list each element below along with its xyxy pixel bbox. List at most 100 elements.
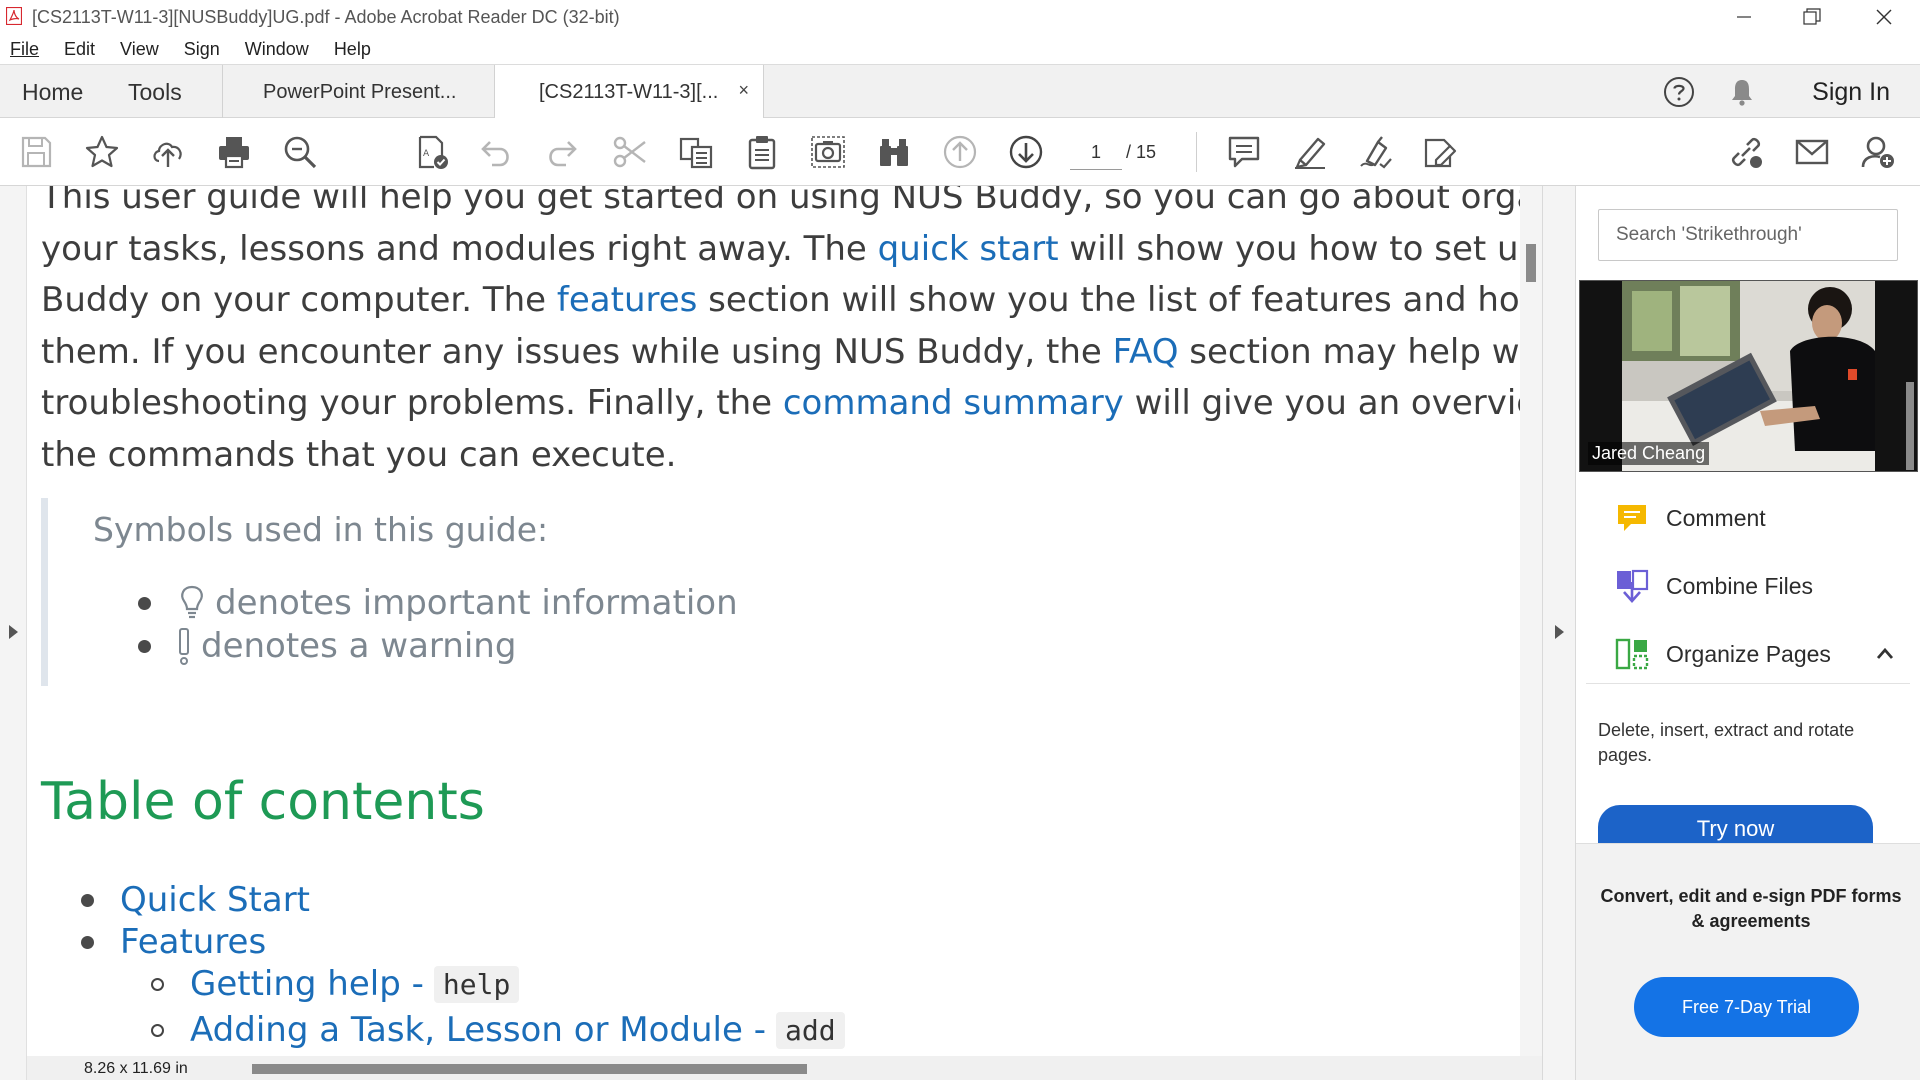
toc-link-quick-start[interactable]: Quick Start (120, 880, 310, 920)
magnifier-zoom-icon (284, 136, 317, 169)
fill-sign-button[interactable]: A (412, 132, 452, 172)
horizontal-scroll-thumb[interactable] (252, 1064, 807, 1074)
expand-left-pane-arrow-icon[interactable] (9, 625, 18, 639)
intro-text-segment: section may help with (1189, 331, 1520, 372)
cloud-upload-icon (153, 142, 182, 167)
document-viewport[interactable]: This user guide will help you get starte… (27, 186, 1520, 1056)
add-user-button[interactable] (1858, 132, 1898, 172)
tool-combine-files[interactable]: Combine Files (1614, 568, 1813, 604)
next-page-button[interactable] (1006, 132, 1046, 172)
tool-organize-pages[interactable]: Organize Pages (1614, 636, 1894, 672)
close-icon (1876, 9, 1892, 25)
intro-text-segment: troubleshooting your problems. Finally, … (41, 383, 783, 423)
intro-inline-link[interactable]: FAQ (1113, 332, 1179, 372)
add-comment-button[interactable] (1224, 132, 1264, 172)
free-trial-button[interactable]: Free 7-Day Trial (1634, 977, 1859, 1037)
tools-pane-scroll-thumb[interactable] (1906, 382, 1914, 470)
close-window-button[interactable] (1848, 0, 1920, 34)
tools-pane-scrollbar[interactable] (1900, 372, 1920, 842)
intro-text-segment: section will show you the list of featur… (708, 280, 1520, 320)
collapse-right-pane-arrow-icon[interactable] (1555, 625, 1564, 639)
doc-tab-label: PowerPoint Present... (263, 80, 457, 103)
snapshot-button[interactable] (808, 132, 848, 172)
acrobat-app-icon (6, 7, 22, 25)
toc-code-add: add (776, 1011, 845, 1049)
bullet (81, 935, 94, 949)
right-pane-toggle[interactable] (1542, 186, 1576, 1080)
symbol-warning-text: denotes a warning (201, 626, 517, 666)
symbols-callout-title: Symbols used in this guide: (93, 510, 549, 549)
email-button[interactable] (1792, 132, 1832, 172)
menu-view[interactable]: View (120, 39, 159, 60)
upload-button[interactable] (148, 132, 188, 172)
minimize-button[interactable] (1708, 0, 1780, 34)
symbol-info-item: denotes important information (138, 583, 738, 623)
toc-item-getting-help[interactable]: Getting help - help (151, 964, 520, 1004)
chevron-up-icon[interactable] (1874, 636, 1896, 672)
toc-link-features[interactable]: Features (120, 922, 266, 962)
print-button[interactable] (214, 132, 254, 172)
help-icon[interactable] (1663, 76, 1695, 108)
intro-paragraph: This user guide will help you get starte… (41, 186, 1520, 481)
intro-line: Buddy on your computer. The features sec… (41, 275, 1520, 327)
previous-page-button[interactable] (940, 132, 980, 172)
menu-window[interactable]: Window (245, 39, 309, 60)
menu-sign[interactable]: Sign (184, 39, 220, 60)
link-share-icon (1731, 137, 1762, 168)
menu-edit[interactable]: Edit (64, 39, 95, 60)
restore-button[interactable] (1776, 0, 1848, 34)
star-icon (85, 135, 119, 168)
intro-inline-link[interactable]: command summary (783, 383, 1124, 423)
left-navigation-pane-toggle[interactable] (0, 186, 27, 1080)
vertical-scroll-thumb[interactable] (1526, 244, 1536, 282)
toc-item-adding[interactable]: Adding a Task, Lesson or Module - add (151, 1010, 845, 1050)
copy-icon (679, 137, 713, 169)
tools-search-input[interactable]: Search 'Strikethrough' (1598, 209, 1898, 261)
sign-in-button[interactable]: Sign In (1812, 65, 1890, 119)
lightbulb-icon (181, 585, 203, 619)
intro-line: your tasks, lessons and modules right aw… (41, 224, 1520, 276)
highlight-button[interactable] (1290, 132, 1330, 172)
comment-tool-icon (1618, 505, 1646, 531)
doc-tab-user-guide[interactable]: [CS2113T-W11-3][... × (494, 65, 764, 120)
share-edit-button[interactable] (1420, 132, 1460, 172)
toc-link-adding[interactable]: Adding a Task, Lesson or Module - (190, 1010, 766, 1050)
scissors-icon (613, 136, 646, 168)
document-horizontal-scrollbar[interactable]: 8.26 x 11.69 in (27, 1056, 1542, 1080)
tool-comment[interactable]: Comment (1614, 500, 1766, 536)
save-button[interactable] (16, 132, 56, 172)
intro-inline-link[interactable]: features (557, 280, 697, 320)
comment-icon (1228, 136, 1260, 168)
menu-file[interactable]: File (10, 39, 39, 60)
arrow-down-circle-icon (1009, 135, 1043, 169)
toc-heading: Table of contents (41, 772, 485, 832)
intro-line: them. If you encounter any issues while … (41, 327, 1520, 379)
sign-document-button[interactable] (1356, 132, 1396, 172)
tab-tools[interactable]: Tools (128, 65, 182, 119)
find-button[interactable] (874, 132, 914, 172)
bookmark-star-button[interactable] (82, 132, 122, 172)
toc-item-features[interactable]: Features (81, 922, 266, 962)
bullet (138, 596, 151, 610)
copy-button[interactable] (676, 132, 716, 172)
paste-button[interactable] (742, 132, 782, 172)
tab-close-button[interactable]: × (738, 80, 749, 101)
doc-tab-label: [CS2113T-W11-3][... (539, 81, 719, 103)
svg-text:A: A (423, 149, 430, 159)
notification-bell-icon[interactable] (1726, 76, 1758, 108)
video-call-participant-tile[interactable]: Jared Cheang (1579, 280, 1918, 472)
toc-link-getting-help[interactable]: Getting help - (190, 964, 424, 1004)
restore-icon (1803, 8, 1821, 25)
zoom-search-button[interactable] (280, 132, 320, 172)
cut-button[interactable] (610, 132, 650, 172)
tab-home[interactable]: Home (22, 65, 83, 119)
menu-help[interactable]: Help (334, 39, 371, 60)
share-link-button[interactable] (1726, 132, 1766, 172)
undo-button[interactable] (476, 132, 516, 172)
toc-item-quick-start[interactable]: Quick Start (81, 880, 310, 920)
document-vertical-scrollbar[interactable] (1520, 186, 1542, 1056)
redo-button[interactable] (542, 132, 582, 172)
intro-inline-link[interactable]: quick start (878, 229, 1059, 269)
page-number-input[interactable]: 1 (1070, 134, 1122, 170)
doc-tab-powerpoint[interactable]: PowerPoint Present... (222, 65, 494, 119)
